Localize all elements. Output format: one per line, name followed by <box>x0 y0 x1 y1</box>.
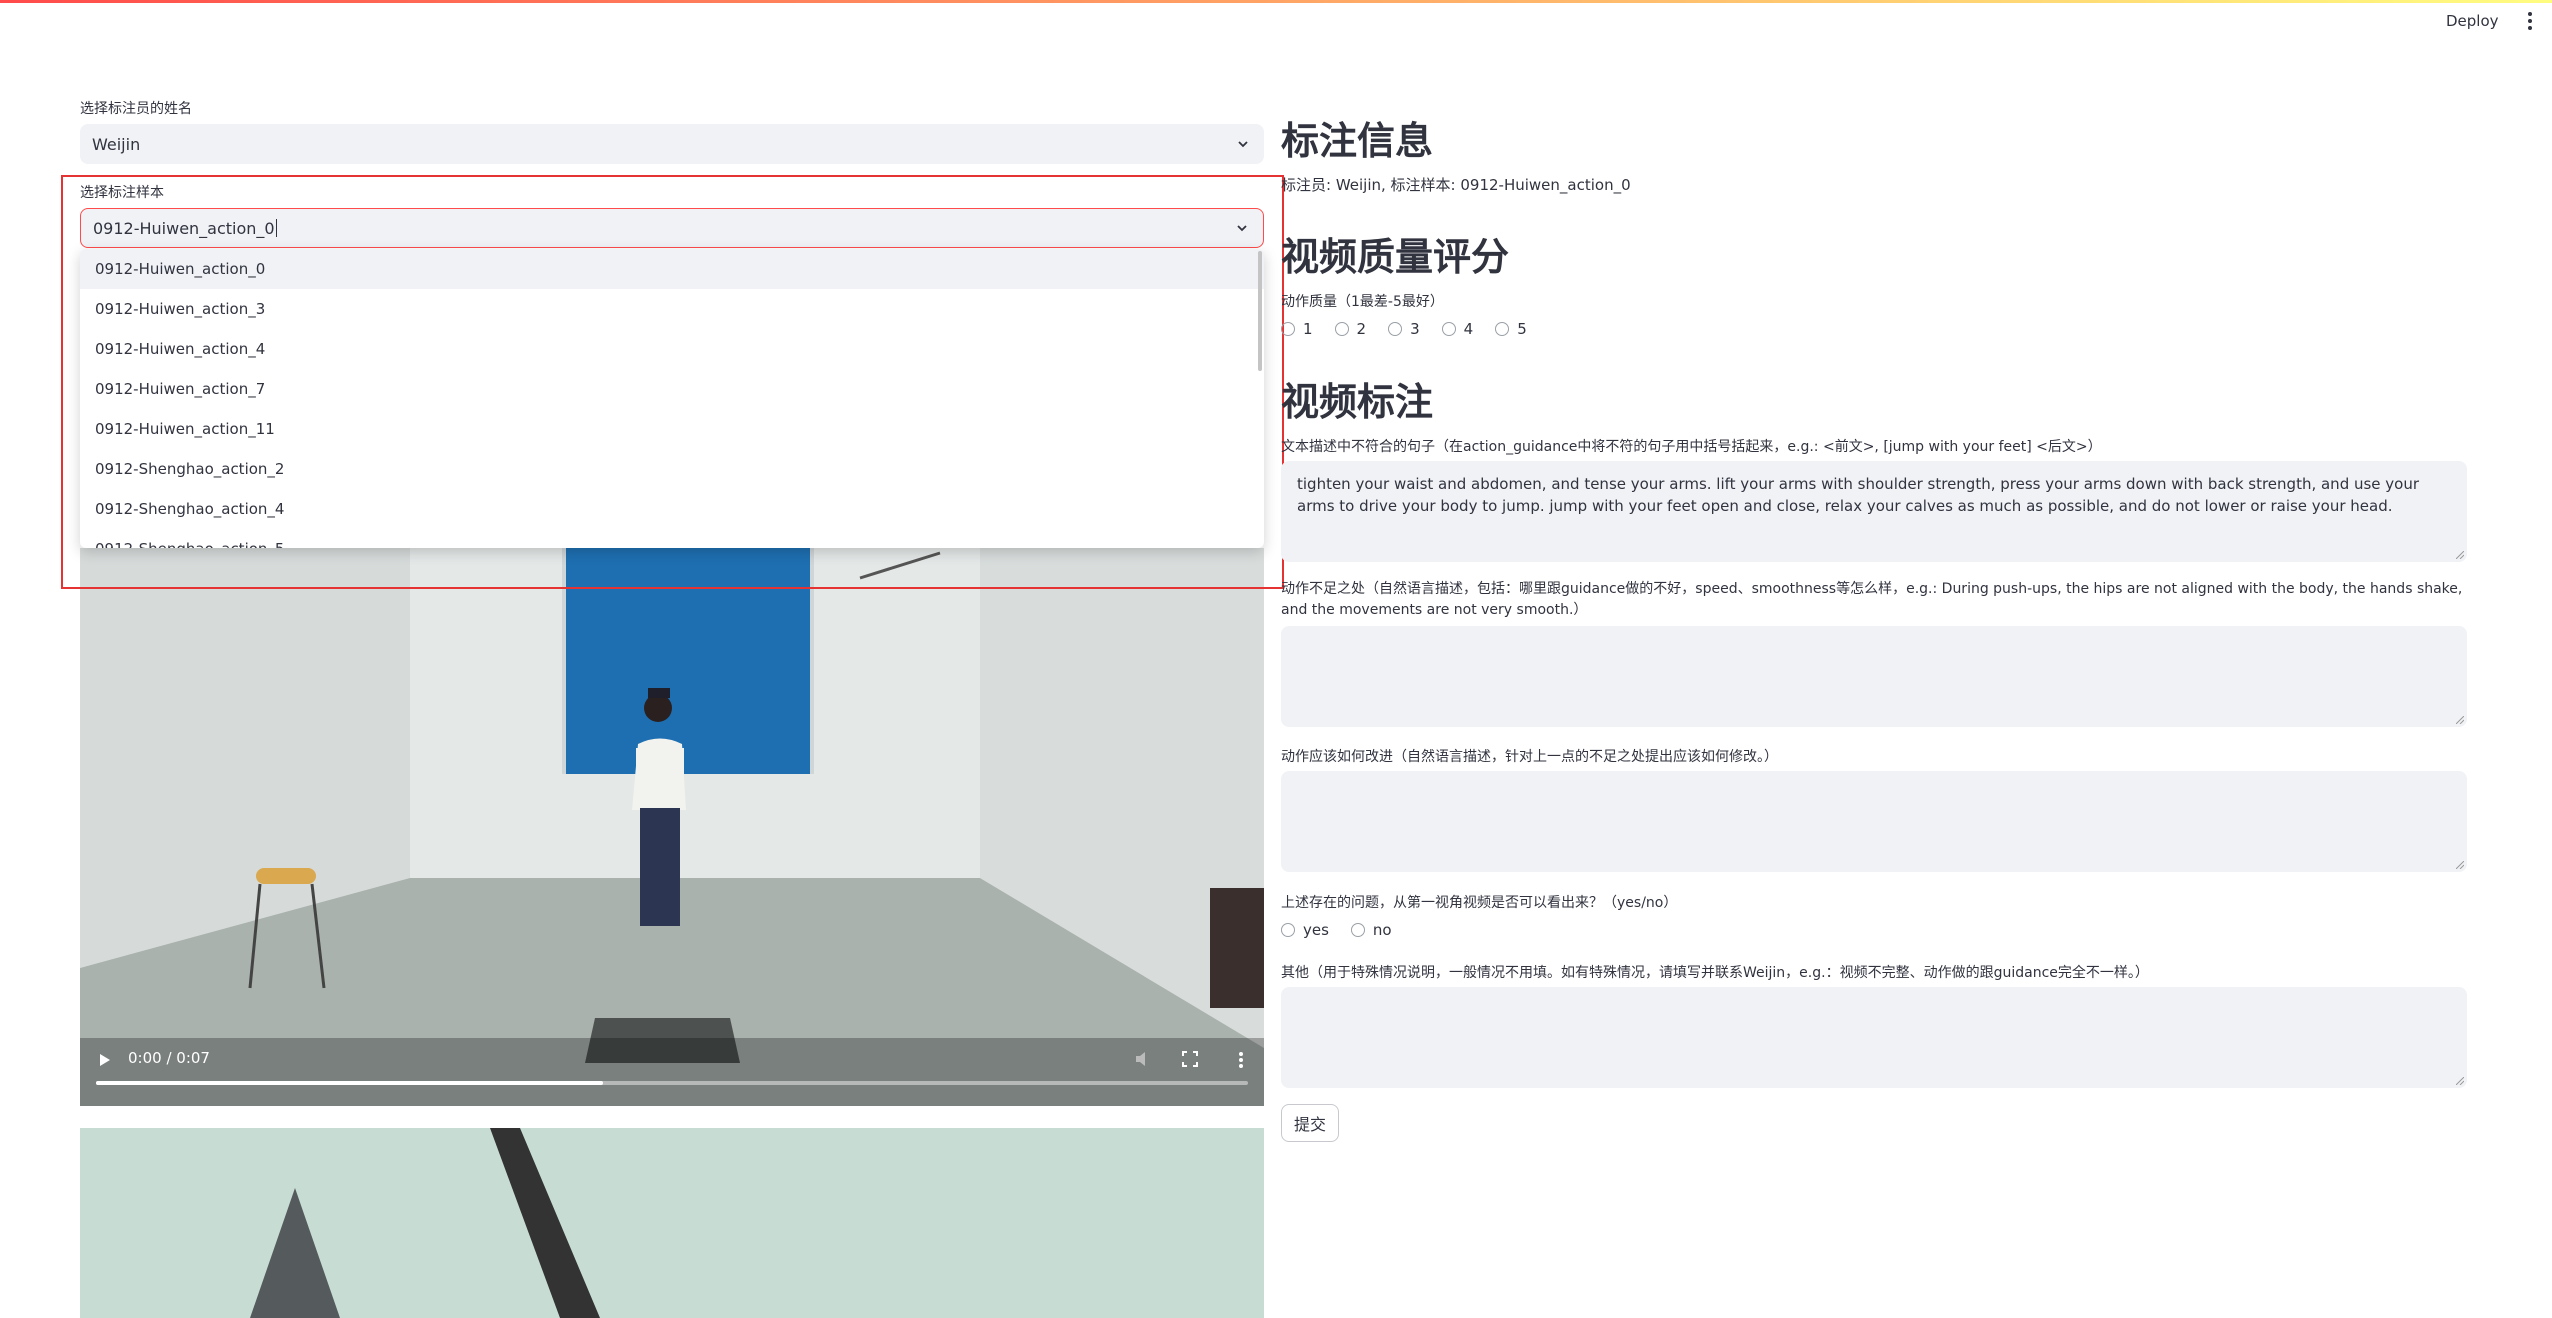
dropdown-option[interactable]: 0912-Shenghao_action_2 <box>80 449 1264 489</box>
dropdown-option[interactable]: 0912-Huiwen_action_7 <box>80 369 1264 409</box>
radio-circle <box>1281 322 1295 336</box>
mismatch-textarea-value: tighten your waist and abdomen, and tens… <box>1297 475 2420 515</box>
sample-select[interactable]: 0912-Huiwen_action_0 <box>80 208 1264 248</box>
info-title: 标注信息 <box>1281 119 1434 163</box>
deficiency-textarea[interactable] <box>1281 626 2467 727</box>
video-player-third-person[interactable]: 0:00 / 0:07 <box>80 548 1264 1106</box>
chevron-down-icon <box>1238 141 1248 148</box>
annotation-title: 视频标注 <box>1281 380 1434 424</box>
dropdown-option[interactable]: 0912-Shenghao_action_5 <box>80 529 1264 548</box>
deficiency-label: 动作不足之处（自然语言描述，包括：哪里跟guidance做的不好，speed、s… <box>1281 581 2463 618</box>
radio-circle <box>1495 322 1510 336</box>
sample-dropdown-menu: 0912-Huiwen_action_0 0912-Huiwen_action_… <box>80 249 1264 548</box>
fullscreen-icon[interactable] <box>1182 1051 1198 1067</box>
play-icon[interactable] <box>100 1054 110 1066</box>
dropdown-option[interactable]: 0912-Huiwen_action_11 <box>80 409 1264 449</box>
main-menu-icon[interactable] <box>2524 12 2536 36</box>
quality-option-1[interactable]: 1 <box>1281 320 1313 338</box>
dropdown-option[interactable]: 0912-Huiwen_action_4 <box>80 329 1264 369</box>
radio-circle <box>1281 923 1295 937</box>
video-player-first-person[interactable] <box>80 1128 1264 1318</box>
video-time: 0:00 / 0:07 <box>128 1049 210 1067</box>
info-text: 标注员: Weijin, 标注样本: 0912-Huiwen_action_0 <box>1281 176 1631 194</box>
text-cursor <box>275 219 277 237</box>
option-label: 3 <box>1410 320 1420 338</box>
video-progress-fill <box>96 1081 603 1085</box>
annotator-select[interactable]: Weijin <box>80 124 1264 164</box>
quality-option-4[interactable]: 4 <box>1441 320 1474 338</box>
annotator-select-label: 选择标注员的姓名 <box>80 101 192 117</box>
option-label: no <box>1372 921 1392 939</box>
chevron-down-icon <box>1237 225 1247 232</box>
dropdown-option[interactable]: 0912-Shenghao_action_4 <box>80 489 1264 529</box>
volume-icon[interactable] <box>1135 1051 1153 1067</box>
quality-option-5[interactable]: 5 <box>1495 320 1527 338</box>
sample-select-value: 0912-Huiwen_action_0 <box>93 218 275 238</box>
mismatch-textarea[interactable]: tighten your waist and abdomen, and tens… <box>1281 461 2467 562</box>
annotator-select-value: Weijin <box>92 134 141 154</box>
video-frame <box>80 548 1264 1106</box>
video-frame <box>80 1128 1264 1318</box>
deploy-button[interactable]: Deploy <box>2446 12 2499 30</box>
resize-handle-icon[interactable] <box>2456 1077 2464 1085</box>
resize-handle-icon[interactable] <box>2456 551 2464 559</box>
quality-title: 视频质量评分 <box>1281 235 1510 279</box>
radio-circle <box>1350 923 1365 937</box>
video-more-icon[interactable] <box>1238 1051 1244 1069</box>
quality-label: 动作质量（1最差-5最好） <box>1281 294 1444 310</box>
mismatch-label: 文本描述中不符合的句子（在action_guidance中将不符的句子用中括号括… <box>1281 439 2102 455</box>
radio-circle <box>1334 322 1349 336</box>
option-label: yes <box>1303 921 1329 939</box>
dropdown-option[interactable]: 0912-Huiwen_action_3 <box>80 289 1264 329</box>
option-label: 5 <box>1517 320 1527 338</box>
resize-handle-icon[interactable] <box>2456 861 2464 869</box>
first-view-option-yes[interactable]: yes <box>1281 921 1329 939</box>
other-textarea[interactable] <box>1281 987 2467 1088</box>
option-label: 1 <box>1303 320 1313 338</box>
dropdown-scrollbar[interactable] <box>1258 251 1262 371</box>
dropdown-option[interactable]: 0912-Huiwen_action_0 <box>80 249 1264 289</box>
first-view-radio-group: yes no <box>1281 921 1414 939</box>
first-view-label: 上述存在的问题，从第一视角视频是否可以看出来？（yes/no） <box>1281 895 1678 911</box>
sample-select-label: 选择标注样本 <box>80 185 164 201</box>
video-progress-track[interactable] <box>96 1081 1248 1085</box>
submit-button[interactable]: 提交 <box>1281 1104 1339 1142</box>
other-label: 其他（用于特殊情况说明，一般情况不用填。如有特殊情况，请填写并联系Weijin，… <box>1281 965 2149 981</box>
option-label: 4 <box>1463 320 1474 338</box>
radio-circle <box>1388 322 1403 336</box>
resize-handle-icon[interactable] <box>2456 716 2464 724</box>
improve-textarea[interactable] <box>1281 771 2467 872</box>
quality-option-2[interactable]: 2 <box>1334 320 1367 338</box>
option-label: 2 <box>1356 320 1367 338</box>
top-decoration-bar <box>0 0 2552 3</box>
radio-circle <box>1441 322 1456 336</box>
improve-label: 动作应该如何改进（自然语言描述，针对上一点的不足之处提出应该如何修改。） <box>1281 749 1778 765</box>
quality-option-3[interactable]: 3 <box>1388 320 1420 338</box>
first-view-option-no[interactable]: no <box>1350 921 1392 939</box>
quality-radio-group: 1 2 3 4 5 <box>1281 320 1549 338</box>
